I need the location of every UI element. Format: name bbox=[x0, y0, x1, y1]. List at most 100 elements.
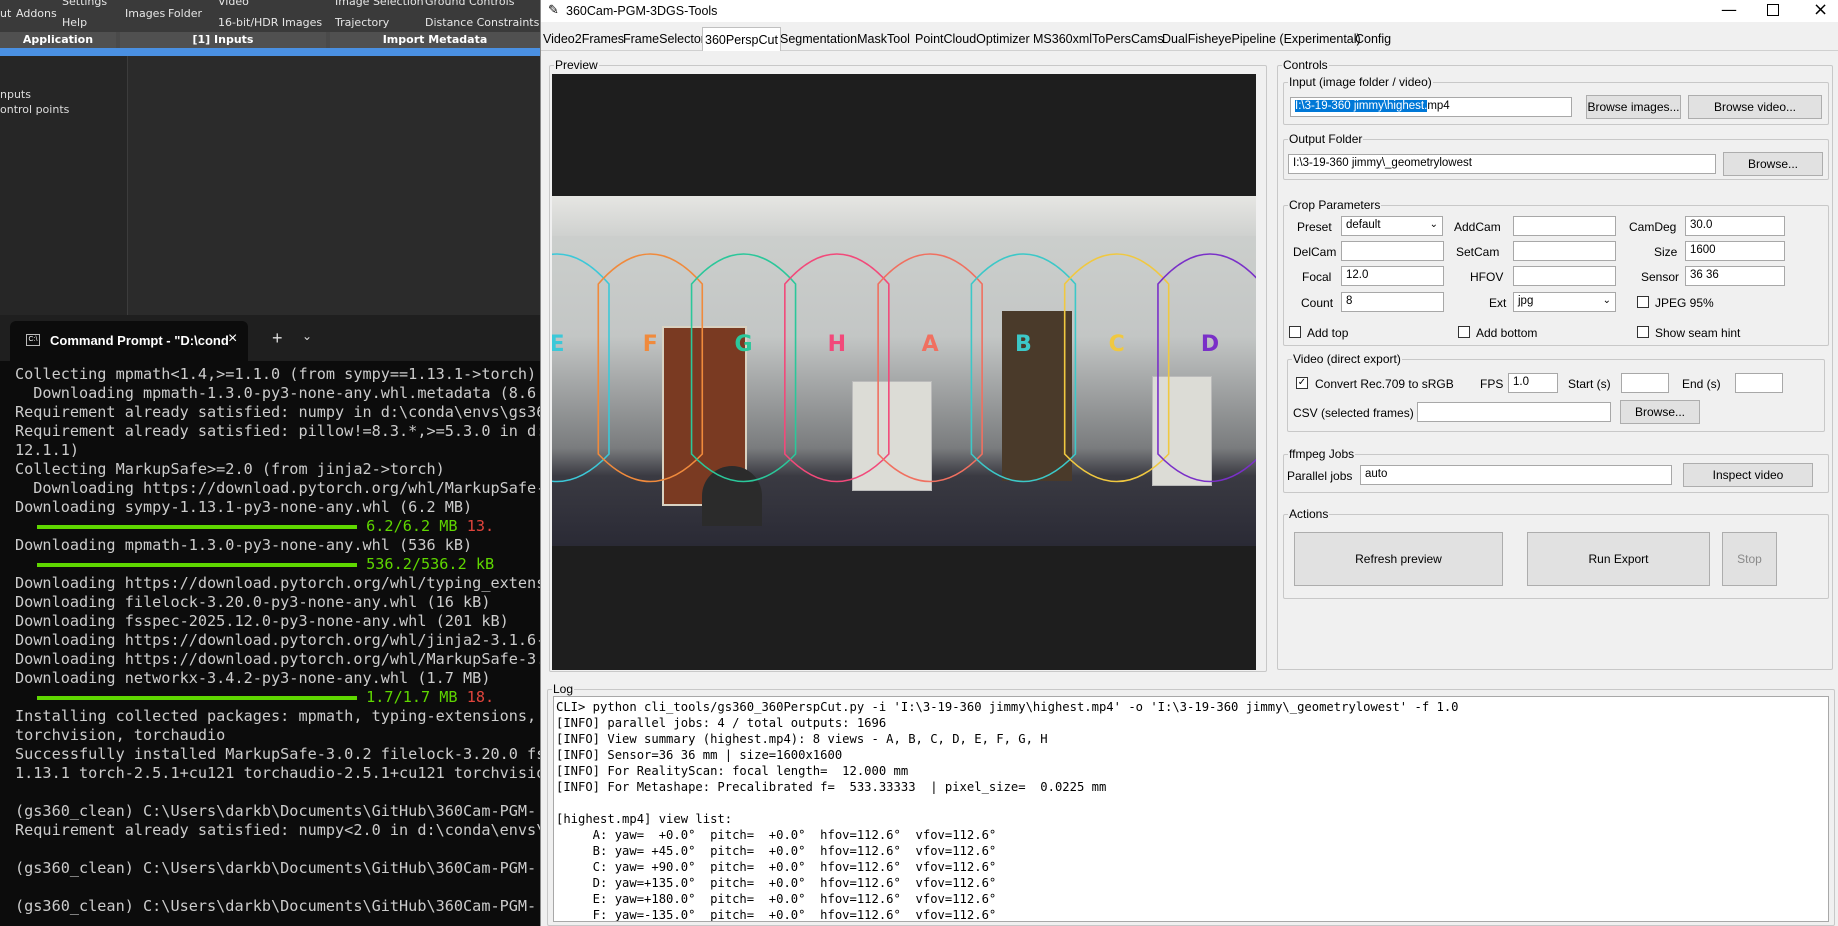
start-field[interactable] bbox=[1621, 373, 1669, 393]
panel-header-inputs[interactable]: [1] Inputs bbox=[120, 32, 326, 48]
run-export-button[interactable]: Run Export bbox=[1527, 532, 1710, 586]
parallel-jobs-field[interactable]: auto bbox=[1360, 465, 1672, 485]
fps-label: FPS bbox=[1480, 377, 1504, 391]
tab-360perspcut[interactable]: 360PerspCut bbox=[702, 27, 781, 51]
close-tab-icon[interactable]: × bbox=[228, 330, 237, 348]
ribbon-item[interactable]: Video bbox=[218, 0, 249, 8]
seam-hint-label: Show seam hint bbox=[1655, 326, 1741, 340]
delcam-field[interactable] bbox=[1341, 241, 1444, 261]
terminal-line: Collecting mpmath<1.4,>=1.1.0 (from symp… bbox=[15, 365, 537, 383]
ribbon-item[interactable]: Help bbox=[62, 16, 87, 29]
size-field[interactable]: 1600 bbox=[1685, 241, 1785, 261]
ribbon-item[interactable]: ut bbox=[0, 7, 11, 20]
maximize-icon[interactable] bbox=[1767, 4, 1779, 16]
preset-select[interactable]: default ⌄ bbox=[1341, 216, 1443, 236]
camdeg-field[interactable]: 30.0 bbox=[1685, 216, 1785, 236]
add-top-checkbox[interactable] bbox=[1289, 326, 1301, 338]
progress-text: 6.2/6.2 MB bbox=[357, 517, 467, 535]
terminal-line: 536.2/536.2 kB bbox=[15, 555, 540, 574]
panel-header-import-metadata[interactable]: Import Metadata bbox=[330, 32, 540, 48]
jpeg95-checkbox[interactable] bbox=[1637, 296, 1649, 308]
add-bottom-checkbox[interactable] bbox=[1458, 326, 1470, 338]
fps-field[interactable]: 1.0 bbox=[1508, 373, 1558, 393]
csv-field[interactable] bbox=[1417, 402, 1611, 422]
terminal-line: Downloading https://download.pytorch.org… bbox=[15, 650, 540, 668]
ribbon-item[interactable]: Addons bbox=[16, 7, 57, 20]
browse-csv-button[interactable]: Browse... bbox=[1620, 400, 1700, 424]
stop-button[interactable]: Stop bbox=[1722, 532, 1777, 586]
csv-label: CSV (selected frames) bbox=[1293, 406, 1414, 420]
terminal-line: 6.2/6.2 MB 13. bbox=[15, 517, 540, 536]
ext-select[interactable]: jpg ⌄ bbox=[1513, 292, 1616, 312]
focal-label: Focal bbox=[1302, 270, 1332, 284]
seam-hint-checkbox[interactable] bbox=[1637, 326, 1649, 338]
ribbon-item[interactable]: Ground Controls bbox=[425, 0, 514, 8]
close-window-icon[interactable]: × bbox=[1813, 0, 1828, 20]
panel-header-application[interactable]: Application bbox=[0, 32, 116, 48]
new-tab-icon[interactable]: + bbox=[272, 328, 283, 349]
view-outline-c bbox=[1063, 253, 1170, 483]
panorama-image: EFGHABCD bbox=[552, 196, 1256, 546]
convert-rec709-checkbox[interactable]: ✓ bbox=[1296, 377, 1308, 389]
log-line: E: yaw=+180.0° pitch= +0.0° hfov=112.6° … bbox=[556, 892, 997, 906]
command-prompt-icon: C:\ bbox=[26, 334, 40, 346]
chevron-down-icon: ⌄ bbox=[1602, 295, 1611, 306]
tab-dualfisheyepipeline[interactable]: DualFisheyePipeline (Experimental) bbox=[1160, 27, 1363, 51]
background-app-window: ut Addons Settings Help Images Folder Vi… bbox=[0, 0, 540, 315]
count-field[interactable]: 8 bbox=[1341, 292, 1444, 312]
terminal-tab[interactable]: C:\ Command Prompt - "D:\cond × bbox=[10, 321, 248, 361]
left-panel-item[interactable]: nputs bbox=[0, 88, 31, 101]
hfov-field[interactable] bbox=[1513, 266, 1616, 286]
ffmpeg-label: ffmpeg Jobs bbox=[1289, 447, 1355, 461]
tab-segmentationmasktool[interactable]: SegmentationMaskTool bbox=[778, 27, 912, 51]
input-path-field[interactable]: I:\3-19-360 jimmy\highest.mp4 bbox=[1290, 97, 1572, 117]
output-folder-field[interactable]: I:\3-19-360 jimmy\_geometrylowest bbox=[1288, 154, 1716, 174]
tab-pointcloudoptimizer[interactable]: PointCloudOptimizer bbox=[913, 27, 1032, 51]
preview-canvas[interactable]: EFGHABCD bbox=[552, 74, 1256, 670]
log-output[interactable]: CLI> python cli_tools/gs360_360PerspCut.… bbox=[553, 696, 1829, 922]
delcam-label: DelCam bbox=[1293, 245, 1337, 259]
inspect-video-button[interactable]: Inspect video bbox=[1683, 463, 1813, 487]
tab-config[interactable]: Config bbox=[1353, 27, 1393, 51]
ribbon-item[interactable]: Distance Constraints bbox=[425, 16, 539, 29]
end-field[interactable] bbox=[1735, 373, 1783, 393]
end-label: End (s) bbox=[1682, 377, 1721, 391]
terminal-line: Successfully installed MarkupSafe-3.0.2 … bbox=[15, 745, 540, 763]
tab-video2frames[interactable]: Video2Frames bbox=[541, 27, 626, 51]
preview-label: Preview bbox=[555, 58, 598, 72]
terminal-tab-title: Command Prompt - "D:\cond bbox=[50, 333, 229, 348]
tab-frameselector[interactable]: FrameSelector bbox=[621, 27, 707, 51]
sensor-field[interactable]: 36 36 bbox=[1685, 266, 1785, 286]
output-label: Output Folder bbox=[1289, 132, 1363, 146]
ribbon-item[interactable]: Trajectory bbox=[335, 16, 389, 29]
view-letter-h: H bbox=[828, 332, 846, 357]
focal-field[interactable]: 12.0 bbox=[1341, 266, 1444, 286]
ribbon-item[interactable]: Settings bbox=[62, 0, 107, 8]
browse-video-button[interactable]: Browse video... bbox=[1688, 95, 1822, 119]
terminal-line: Downloading networkx-3.4.2-py3-none-any.… bbox=[15, 669, 491, 687]
refresh-preview-button[interactable]: Refresh preview bbox=[1294, 532, 1503, 586]
left-panel-item[interactable]: ontrol points bbox=[0, 103, 69, 116]
log-line: F: yaw=-135.0° pitch= +0.0° hfov=112.6° … bbox=[556, 908, 997, 922]
view-outline-h bbox=[784, 253, 890, 483]
chevron-down-icon[interactable]: ⌄ bbox=[302, 329, 312, 343]
progress-bar bbox=[37, 695, 357, 700]
browse-output-button[interactable]: Browse... bbox=[1723, 152, 1823, 176]
start-label: Start (s) bbox=[1568, 377, 1611, 391]
tab-ms360xmltoperscams[interactable]: MS360xmlToPersCams bbox=[1031, 27, 1166, 51]
view-overlay: EFGHABCD bbox=[552, 253, 1256, 483]
setcam-field[interactable] bbox=[1513, 241, 1616, 261]
ribbon-item[interactable]: Folder bbox=[168, 7, 202, 20]
log-line: D: yaw=+135.0° pitch= +0.0° hfov=112.6° … bbox=[556, 876, 997, 890]
ribbon-item[interactable]: Image Selection bbox=[335, 0, 424, 8]
view-letter-a: A bbox=[922, 332, 939, 357]
minimize-icon[interactable]: — bbox=[1721, 0, 1737, 19]
window-title: 360Cam-PGM-3DGS-Tools bbox=[566, 4, 718, 18]
ribbon-item[interactable]: 16-bit/HDR Images bbox=[218, 16, 322, 29]
ribbon-item[interactable]: Images bbox=[125, 7, 165, 20]
addcam-field[interactable] bbox=[1513, 216, 1616, 236]
terminal-output[interactable]: Collecting mpmath<1.4,>=1.1.0 (from symp… bbox=[15, 365, 540, 916]
browse-images-button[interactable]: Browse images... bbox=[1586, 95, 1681, 119]
